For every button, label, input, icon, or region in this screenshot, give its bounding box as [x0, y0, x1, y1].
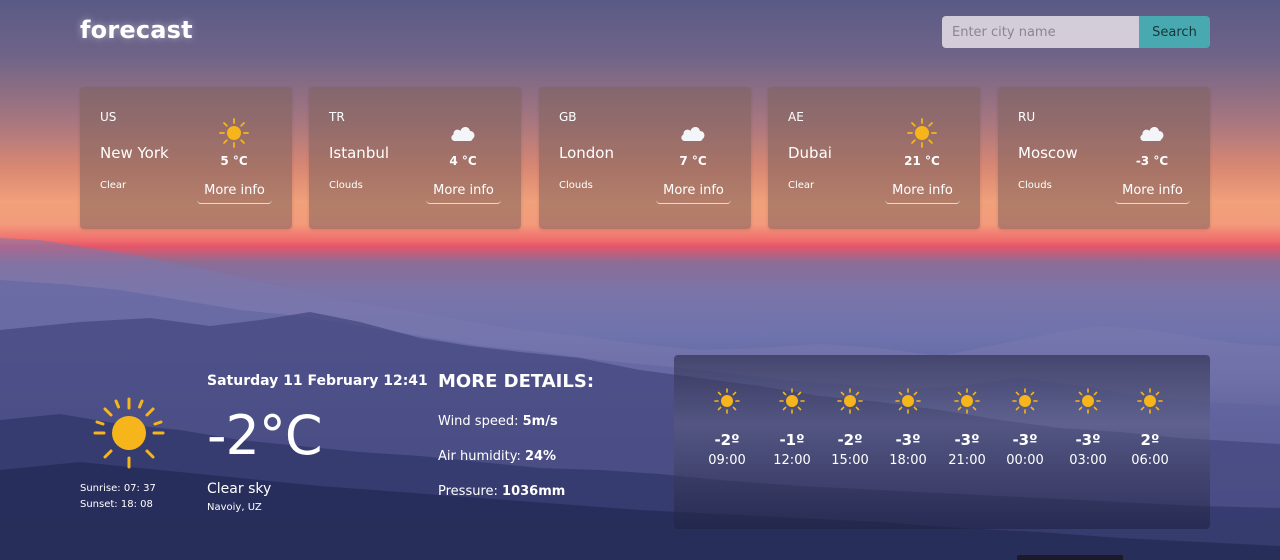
hourly-temp: -3º: [954, 431, 980, 449]
sun-icon: [714, 388, 740, 414]
city-card-london: GB London Clouds 7 °C More info: [539, 87, 751, 229]
hourly-time: 03:00: [1069, 453, 1107, 468]
pressure-label: Pressure:: [438, 484, 498, 499]
city-name: London: [559, 144, 614, 162]
sun-icon: [93, 397, 165, 469]
wind-value: 5m/s: [522, 414, 558, 429]
search-button[interactable]: Search: [1139, 16, 1210, 48]
current-datetime: Saturday 11 February 12:41: [207, 373, 428, 389]
city-search-input[interactable]: [942, 16, 1139, 48]
city-card-istanbul: TR Istanbul Clouds 4 °C More info: [309, 87, 521, 229]
city-card-dubai: AE Dubai Clear 21 °C More info: [768, 87, 980, 229]
pressure-value: 1036mm: [502, 484, 566, 499]
cloud-icon: [1140, 127, 1164, 141]
country-code: GB: [559, 110, 577, 124]
more-info-button[interactable]: More info: [656, 182, 731, 204]
sunrise-time: Sunrise: 07: 37: [80, 483, 156, 494]
hourly-temp: -1º: [779, 431, 805, 449]
condition-text: Clear: [100, 180, 127, 191]
country-code: TR: [329, 110, 345, 124]
hourly-time: 18:00: [889, 453, 927, 468]
hourly-time: 21:00: [948, 453, 986, 468]
weather-description: Clear sky: [207, 481, 272, 497]
hourly-item: -3º 21:00: [942, 387, 992, 468]
more-info-button[interactable]: More info: [1115, 182, 1190, 204]
city-temperature: 5 °C: [220, 154, 248, 168]
city-name: Dubai: [788, 144, 832, 162]
cloud-icon: [681, 127, 705, 141]
city-name: Istanbul: [329, 144, 390, 162]
city-temperature: 4 °C: [449, 154, 477, 168]
country-code: US: [100, 110, 117, 124]
humidity-value: 24%: [524, 449, 557, 464]
humidity-label: Air humidity:: [438, 449, 521, 464]
bottom-tab-edge: [1017, 555, 1123, 560]
city-card-moscow: RU Moscow Clouds -3 °C More info: [998, 87, 1210, 229]
hourly-temp: -2º: [837, 431, 863, 449]
hourly-temp: -2º: [714, 431, 740, 449]
cloud-icon: [451, 127, 475, 141]
sun-icon: [1075, 388, 1101, 414]
sun-icon: [1012, 388, 1038, 414]
hourly-time: 00:00: [1006, 453, 1044, 468]
condition-text: Clouds: [1018, 180, 1052, 191]
condition-text: Clouds: [559, 180, 593, 191]
country-code: RU: [1018, 110, 1036, 124]
sun-icon: [907, 118, 937, 148]
sun-icon: [779, 388, 805, 414]
hourly-time: 09:00: [708, 453, 746, 468]
condition-text: Clear: [788, 180, 815, 191]
city-name: New York: [100, 144, 169, 162]
hourly-time: 06:00: [1131, 453, 1169, 468]
condition-text: Clouds: [329, 180, 363, 191]
hourly-temp: 2º: [1140, 431, 1160, 449]
hourly-time: 15:00: [831, 453, 869, 468]
hourly-temp: -3º: [1075, 431, 1101, 449]
country-code: AE: [788, 110, 804, 124]
sun-icon: [837, 388, 863, 414]
sunset-time: Sunset: 18: 08: [80, 499, 153, 510]
city-temperature: -3 °C: [1135, 154, 1169, 168]
more-info-button[interactable]: More info: [426, 182, 501, 204]
air-humidity: Air humidity: 24%: [438, 449, 556, 464]
hourly-item: -3º 03:00: [1063, 387, 1113, 468]
hourly-item: -3º 00:00: [1000, 387, 1050, 468]
sun-icon: [219, 118, 249, 148]
hourly-time: 12:00: [773, 453, 811, 468]
city-name: Moscow: [1018, 144, 1078, 162]
hourly-item: -2º 15:00: [825, 387, 875, 468]
hourly-item: -1º 12:00: [767, 387, 817, 468]
hourly-item: -3º 18:00: [883, 387, 933, 468]
city-card-new-york: US New York Clear 5 °C More info: [80, 87, 292, 229]
sun-icon: [1137, 388, 1163, 414]
sun-icon: [954, 388, 980, 414]
wind-speed: Wind speed: 5m/s: [438, 414, 558, 429]
current-temperature: -2°C: [207, 404, 323, 467]
hourly-temp: -3º: [895, 431, 921, 449]
hourly-item: -2º 09:00: [702, 387, 752, 468]
current-location: Navoiy, UZ: [207, 502, 262, 513]
wind-label: Wind speed:: [438, 414, 519, 429]
more-info-button[interactable]: More info: [885, 182, 960, 204]
city-temperature: 7 °C: [679, 154, 707, 168]
city-temperature: 21 °C: [904, 154, 940, 168]
more-info-button[interactable]: More info: [197, 182, 272, 204]
hourly-item: 2º 06:00: [1125, 387, 1175, 468]
search-bar: Search: [942, 16, 1210, 48]
app-logo[interactable]: forecast: [80, 16, 193, 44]
sun-icon: [895, 388, 921, 414]
hourly-temp: -3º: [1012, 431, 1038, 449]
pressure: Pressure: 1036mm: [438, 484, 565, 499]
details-title: MORE DETAILS:: [438, 371, 595, 392]
hourly-forecast-panel: -2º 09:00 -1º 12:00 -2º 15:00 -3º 18:00 …: [674, 355, 1210, 529]
